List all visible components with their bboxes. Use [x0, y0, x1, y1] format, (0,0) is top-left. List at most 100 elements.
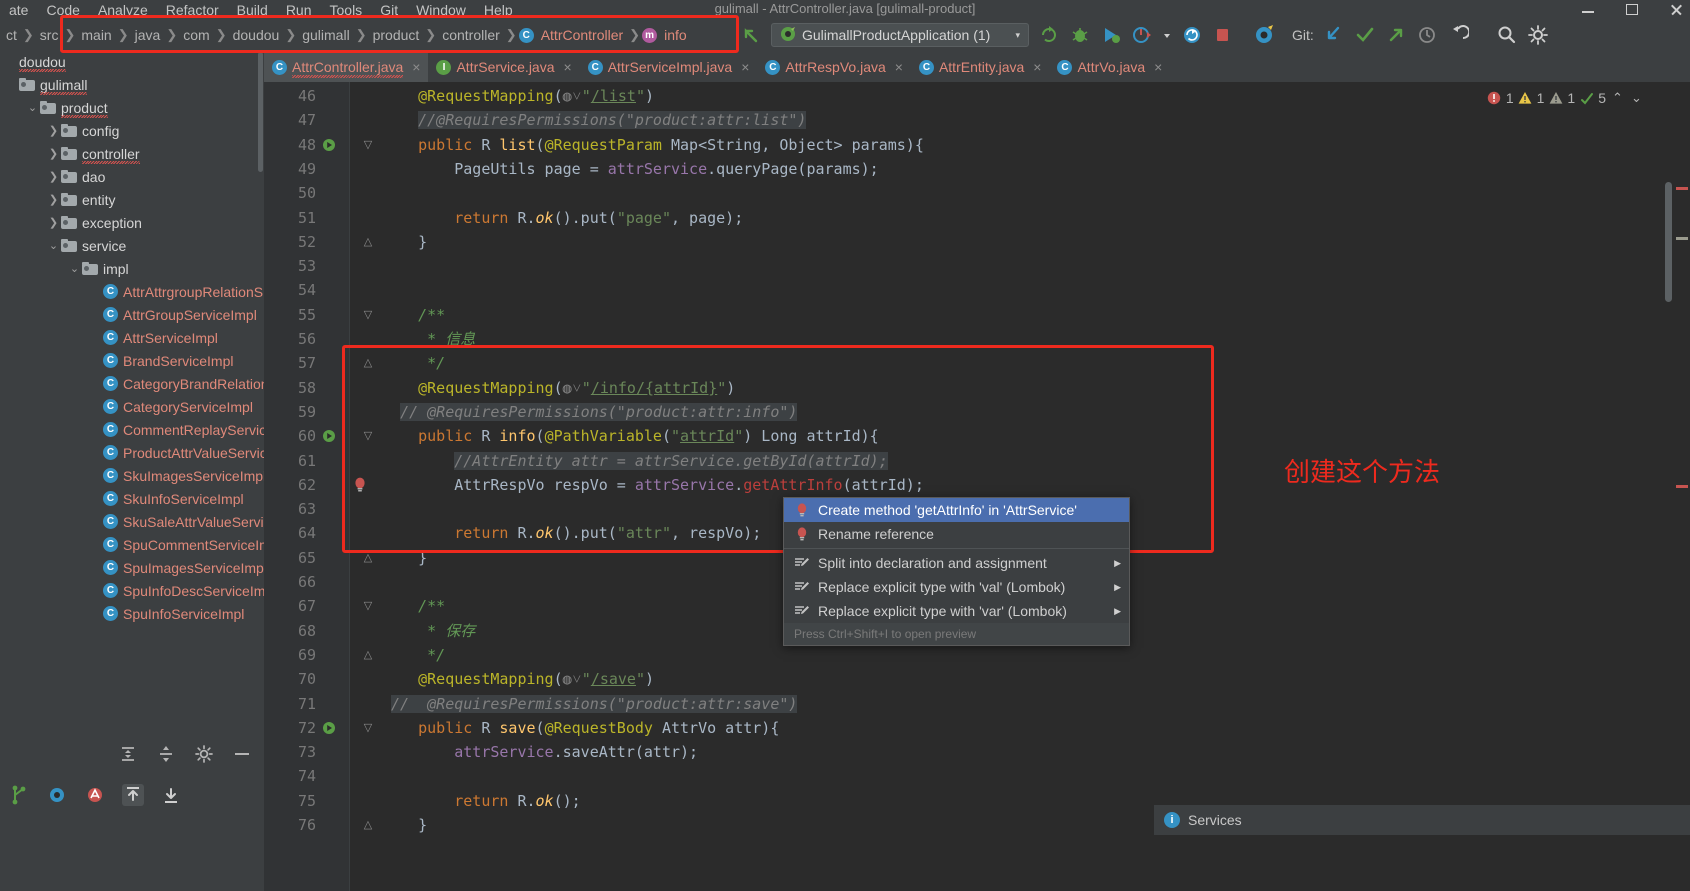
menu-item-analyze[interactable]: Analyze — [89, 0, 157, 20]
code-line[interactable]: @RequestMapping(◍˅"/save") — [382, 667, 654, 691]
tree-item[interactable]: C SpuCommentServiceIm — [0, 533, 264, 556]
tree-item[interactable]: C CommentReplayService — [0, 418, 264, 441]
run-gutter-icon[interactable] — [322, 716, 336, 740]
menu-item-run[interactable]: Run — [277, 0, 321, 20]
close-icon[interactable]: × — [741, 59, 749, 75]
menu-item-code[interactable]: Code — [37, 0, 88, 20]
code-line[interactable]: return R.ok().put("page", page); — [382, 206, 743, 230]
intention-actions-popup[interactable]: Create method 'getAttrInfo' in 'AttrServ… — [783, 497, 1130, 646]
tree-item[interactable]: doudou — [0, 50, 264, 73]
bottom-toolbar[interactable] — [0, 770, 264, 820]
tree-item[interactable]: ⌄ service — [0, 234, 264, 257]
tree-item[interactable]: C SpuImagesServiceImpl — [0, 556, 264, 579]
menu-item-tools[interactable]: Tools — [321, 0, 372, 20]
code-line[interactable]: PageUtils page = attrService.queryPage(p… — [382, 157, 878, 181]
code-line[interactable]: public R info(@PathVariable("attrId") Lo… — [382, 424, 879, 448]
close-icon[interactable]: × — [564, 59, 572, 75]
tree-item[interactable]: ❯ config — [0, 119, 264, 142]
debug-icon[interactable] — [1069, 24, 1091, 46]
run-gutter-icon[interactable] — [322, 133, 336, 157]
code-line[interactable]: //@RequiresPermissions("product:attr:lis… — [382, 108, 807, 132]
code-line[interactable]: // @RequiresPermissions("product:attr:sa… — [382, 692, 798, 716]
branch-icon[interactable] — [8, 784, 30, 806]
tree-item[interactable]: ❯ dao — [0, 165, 264, 188]
chevron-right-icon[interactable]: ▶ — [1114, 582, 1121, 593]
sidebar-scrollbar[interactable] — [258, 52, 263, 172]
settings-icon[interactable] — [194, 744, 216, 766]
run-with-coverage-icon[interactable] — [1100, 24, 1122, 46]
breadcrumb-item-main[interactable]: main ❯ — [77, 27, 130, 43]
code-fold-icon[interactable]: ▽ — [362, 303, 374, 327]
code-line[interactable]: /** — [382, 594, 445, 618]
code-fold-icon[interactable]: △ — [362, 351, 374, 375]
close-icon[interactable] — [1668, 1, 1684, 17]
chevron-right-icon[interactable]: ❯ — [46, 216, 61, 229]
chevron-right-icon[interactable]: ▶ — [1114, 558, 1121, 569]
code-line[interactable]: @RequestMapping(◍˅"/list") — [382, 84, 654, 108]
stop-icon[interactable] — [1212, 24, 1234, 46]
services-toolwindow-button[interactable]: i Services — [1154, 805, 1690, 835]
code-line[interactable]: @RequestMapping(◍˅"/info/{attrId}") — [382, 376, 735, 400]
chevron-down-icon[interactable]: ⌄ — [1629, 90, 1644, 106]
git-history-icon[interactable] — [1416, 24, 1438, 46]
git-push-icon[interactable] — [1385, 24, 1407, 46]
code-fold-icon[interactable]: ▽ — [362, 133, 374, 157]
tree-item[interactable]: C SkuInfoServiceImpl — [0, 487, 264, 510]
editor-tab[interactable]: C AttrVo.java × — [1049, 52, 1170, 82]
tree-item[interactable]: C SpuInfoDescServiceImp — [0, 579, 264, 602]
breadcrumb-item-ct[interactable]: ct ❯ — [2, 27, 36, 43]
code-line[interactable]: public R save(@RequestBody AttrVo attr){ — [382, 716, 779, 740]
project-toolwindow-bottom-toolbar[interactable] — [0, 740, 264, 770]
run-configuration-selector[interactable]: GulimallProductApplication (1) ▾ — [771, 23, 1029, 47]
chevron-right-icon[interactable]: ❯ — [46, 170, 61, 183]
chevron-right-icon[interactable]: ❯ — [46, 193, 61, 206]
chevron-down-icon[interactable]: ⌄ — [46, 239, 61, 252]
breadcrumb-item-product[interactable]: product ❯ — [369, 27, 439, 43]
code-line[interactable]: } — [382, 546, 427, 570]
stripe-marker-error-2[interactable] — [1676, 485, 1688, 488]
minimize-icon[interactable] — [1580, 1, 1596, 17]
tree-item[interactable]: gulimall — [0, 73, 264, 96]
chevron-right-icon[interactable]: ▶ — [1114, 606, 1121, 617]
intention-menu-item[interactable]: Rename reference — [784, 522, 1129, 546]
git-commit-icon[interactable] — [1354, 24, 1376, 46]
tree-item[interactable]: C AttrServiceImpl — [0, 326, 264, 349]
code-line[interactable]: } — [382, 230, 427, 254]
code-line[interactable]: return R.ok().put("attr", respVo); — [382, 521, 761, 545]
expand-all-icon[interactable] — [118, 744, 140, 766]
tree-item[interactable]: ❯ controller — [0, 142, 264, 165]
menu-item-window[interactable]: Window — [407, 0, 475, 20]
breadcrumb[interactable]: ct ❯ src ❯ main ❯ java ❯ com ❯ doudou ❯ gulima… — [0, 20, 691, 50]
code-editor[interactable]: 46 @RequestMapping(◍˅"/list") 47 //@Requi… — [264, 82, 1690, 891]
error-bulb-icon[interactable] — [352, 473, 368, 497]
settings-icon[interactable] — [1527, 24, 1549, 46]
breadcrumb-item-java[interactable]: java ❯ — [131, 27, 180, 43]
code-line[interactable]: public R list(@RequestParam Map<String, … — [382, 133, 924, 157]
tree-item[interactable]: C SkuImagesServiceImpl — [0, 464, 264, 487]
code-line[interactable]: //AttrEntity attr = attrService.getById(… — [382, 449, 888, 473]
git-rollback-icon[interactable] — [1447, 24, 1470, 46]
code-line[interactable]: */ — [382, 351, 445, 375]
tree-item[interactable]: ⌄ impl — [0, 257, 264, 280]
chevron-right-icon[interactable]: ❯ — [46, 147, 61, 160]
editor-tab-bar[interactable]: C AttrController.java × I AttrService.java × C… — [264, 52, 1690, 82]
close-icon[interactable]: × — [895, 59, 903, 75]
code-fold-icon[interactable]: △ — [362, 230, 374, 254]
search-everywhere-icon[interactable] — [1496, 24, 1518, 46]
code-fold-icon[interactable]: ▽ — [362, 594, 374, 618]
chevron-up-icon[interactable]: ⌃ — [1610, 90, 1625, 106]
step-out-icon[interactable] — [122, 784, 144, 806]
collapse-all-icon[interactable] — [156, 744, 178, 766]
intention-menu-item[interactable]: Replace explicit type with 'var' (Lombok… — [784, 599, 1129, 623]
code-line[interactable]: * 信息 — [382, 327, 475, 351]
code-line[interactable]: attrService.saveAttr(attr); — [382, 740, 698, 764]
tree-item[interactable]: C AttrAttrgroupRelationS — [0, 280, 264, 303]
profiler-icon[interactable] — [1131, 24, 1153, 46]
editor-scrollbar[interactable] — [1665, 182, 1672, 302]
window-controls[interactable] — [1580, 0, 1684, 18]
tree-item[interactable]: ❯ entity — [0, 188, 264, 211]
code-line[interactable]: * 保存 — [382, 619, 475, 643]
code-fold-icon[interactable]: △ — [362, 546, 374, 570]
close-icon[interactable]: × — [1033, 59, 1041, 75]
project-tree[interactable]: doudou gulimall ⌄ product ❯ config ❯ controller… — [0, 50, 264, 740]
